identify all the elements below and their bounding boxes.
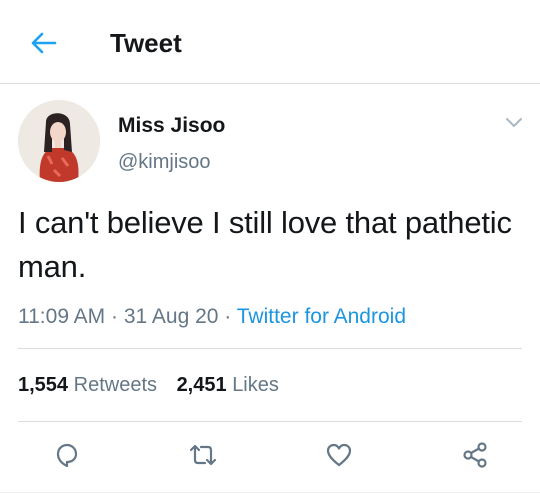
retweet-icon: [189, 444, 217, 466]
like-button[interactable]: [322, 438, 356, 472]
tweet-stats: 1,554 Retweets 2,451 Likes: [18, 371, 279, 399]
tweet-date: 31 Aug 20: [123, 305, 219, 328]
tweet-text: I can't believe I still love that pathet…: [18, 205, 512, 284]
likes-stat[interactable]: 2,451 Likes: [177, 374, 279, 396]
divider: [0, 492, 540, 493]
like-icon: [326, 443, 352, 467]
author-handle[interactable]: @kimjisoo: [118, 150, 211, 174]
retweet-button[interactable]: [186, 438, 220, 472]
chevron-down-icon[interactable]: [505, 117, 523, 129]
author-name[interactable]: Miss Jisoo: [118, 113, 225, 139]
avatar[interactable]: [18, 100, 100, 182]
reply-button[interactable]: [50, 438, 84, 472]
share-icon: [463, 442, 487, 468]
tweet-meta: 11:09 AM · 31 Aug 20 · Twitter for Andro…: [18, 303, 406, 331]
divider: [18, 421, 522, 422]
retweets-stat[interactable]: 1,554 Retweets: [18, 374, 157, 396]
likes-count: 2,451: [176, 374, 227, 396]
page-title: Tweet: [110, 28, 182, 58]
app-header: Tweet: [0, 0, 540, 84]
meta-separator: ·: [224, 305, 232, 328]
likes-label: Likes: [232, 374, 279, 396]
tweet-source-link[interactable]: Twitter for Android: [237, 305, 406, 328]
share-button[interactable]: [458, 438, 492, 472]
avatar-photo-icon: [18, 100, 100, 182]
divider: [18, 348, 522, 349]
tweet-actions: [0, 438, 540, 478]
tweet-time: 11:09 AM: [18, 305, 106, 328]
reply-icon: [56, 443, 78, 468]
meta-separator: ·: [111, 305, 119, 328]
retweets-label: Retweets: [73, 374, 157, 396]
retweets-count: 1,554: [18, 374, 69, 396]
back-arrow-icon[interactable]: [28, 28, 58, 58]
